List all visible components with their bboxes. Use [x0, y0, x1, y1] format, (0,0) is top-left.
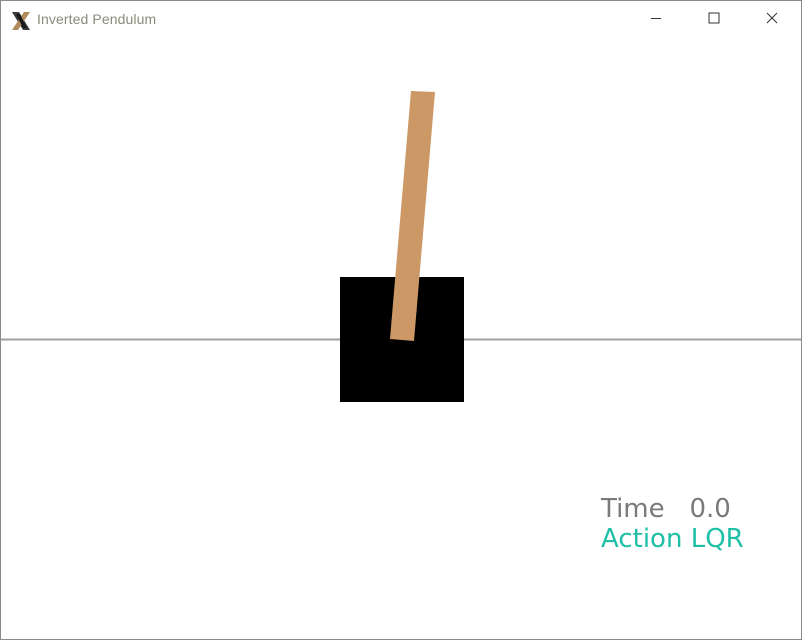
- simulation-canvas[interactable]: Time 0.0 Action LQR: [1, 39, 801, 639]
- time-label: Time: [601, 494, 665, 524]
- maximize-icon: [708, 11, 720, 29]
- close-button[interactable]: [743, 1, 801, 39]
- maximize-button[interactable]: [685, 1, 743, 39]
- time-value: 0.0: [689, 494, 731, 524]
- title-bar[interactable]: Inverted Pendulum: [1, 1, 801, 39]
- action-label: Action: [601, 524, 683, 554]
- close-icon: [766, 11, 778, 29]
- time-readout: Time 0.0: [601, 494, 731, 524]
- minimize-button[interactable]: [627, 1, 685, 39]
- window-title: Inverted Pendulum: [37, 11, 157, 27]
- app-window: Inverted Pendulum Time 0.0 Action LQR: [0, 0, 802, 640]
- action-readout: Action LQR: [601, 524, 744, 554]
- x-app-icon: [10, 10, 32, 32]
- action-value: LQR: [690, 524, 744, 554]
- minimize-icon: [650, 11, 662, 29]
